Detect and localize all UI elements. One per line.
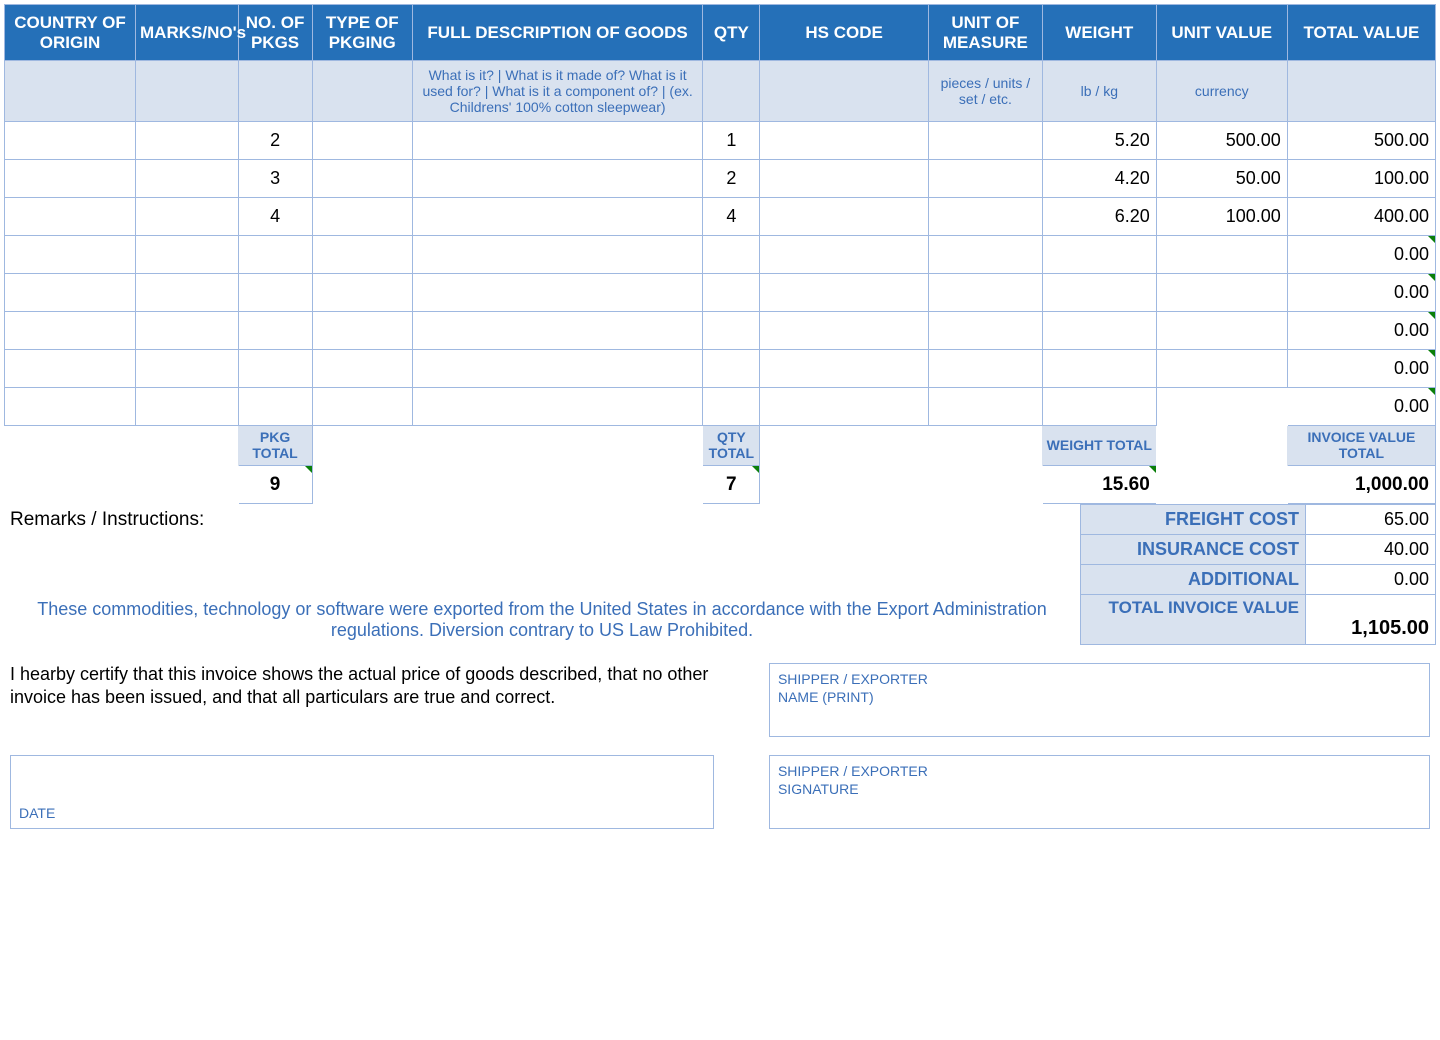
name-print-label: NAME (PRINT) (778, 688, 1421, 706)
hdr-hs: HS CODE (760, 5, 929, 61)
hdr-tv: TOTAL VALUE (1287, 5, 1435, 61)
pkg-total-label: PKG TOTAL (238, 426, 312, 466)
freight-cost-label: FREIGHT COST (1081, 505, 1306, 535)
hdr-desc: FULL DESCRIPTION OF GOODS (412, 5, 703, 61)
cell-pkgs[interactable]: 4 (238, 198, 312, 236)
cell-tv[interactable]: 0.00 (1287, 236, 1435, 274)
invoice-total-label: INVOICE VALUE TOTAL (1287, 426, 1435, 466)
cell-qty[interactable]: 4 (703, 198, 760, 236)
cell-uv[interactable]: 100.00 (1156, 198, 1287, 236)
shipper-label: SHIPPER / EXPORTER (778, 670, 1421, 688)
cell-tv[interactable]: 0.00 (1287, 274, 1435, 312)
cell-uv[interactable]: 500.00 (1156, 122, 1287, 160)
table-row: 0.00 (5, 274, 1436, 312)
cell-tv[interactable]: 100.00 (1287, 160, 1435, 198)
hdr-country: COUNTRY OF ORIGIN (5, 5, 136, 61)
hint-uv: currency (1156, 61, 1287, 122)
table-row: 0.00 (5, 312, 1436, 350)
hint-desc: What is it? | What is it made of? What i… (412, 61, 703, 122)
certification-text: I hearby certify that this invoice shows… (4, 659, 720, 741)
insurance-cost[interactable]: 40.00 (1306, 535, 1436, 565)
hdr-marks: MARKS/NO's (136, 5, 239, 61)
qty-total: 7 (703, 466, 760, 504)
cell-tv[interactable]: 0.00 (1287, 350, 1435, 388)
total-invoice-value: 1,105.00 (1306, 595, 1436, 645)
qty-total-label: QTY TOTAL (703, 426, 760, 466)
cell-qty[interactable]: 2 (703, 160, 760, 198)
remarks-costs-section: Remarks / Instructions: FREIGHT COST 65.… (4, 504, 1436, 645)
additional-cost-label: ADDITIONAL (1081, 565, 1306, 595)
weight-total: 15.60 (1042, 466, 1156, 504)
insurance-cost-label: INSURANCE COST (1081, 535, 1306, 565)
cell-tv[interactable]: 0.00 (1287, 312, 1435, 350)
shipper-name-box[interactable]: SHIPPER / EXPORTER NAME (PRINT) (769, 663, 1430, 737)
remarks-label: Remarks / Instructions: (4, 505, 1081, 535)
cell-weight[interactable]: 4.20 (1042, 160, 1156, 198)
cell-pkgs[interactable]: 2 (238, 122, 312, 160)
cell-pkgs[interactable]: 3 (238, 160, 312, 198)
cell-weight[interactable]: 6.20 (1042, 198, 1156, 236)
table-row: 4 4 6.20 100.00 400.00 (5, 198, 1436, 236)
hint-uom: pieces / units / set / etc. (928, 61, 1042, 122)
cell-tv[interactable]: 400.00 (1287, 198, 1435, 236)
cell-weight[interactable]: 5.20 (1042, 122, 1156, 160)
hdr-pkgs: NO. OF PKGS (238, 5, 312, 61)
hdr-weight: WEIGHT (1042, 5, 1156, 61)
table-row: 0.00 (5, 350, 1436, 388)
table-row: 0.00 (5, 236, 1436, 274)
date-box[interactable]: DATE (10, 755, 714, 829)
hdr-pkgtype: TYPE OF PKGING (312, 5, 412, 61)
additional-cost[interactable]: 0.00 (1306, 565, 1436, 595)
cell-uv[interactable]: 50.00 (1156, 160, 1287, 198)
hint-weight: lb / kg (1042, 61, 1156, 122)
freight-cost[interactable]: 65.00 (1306, 505, 1436, 535)
cell-tv[interactable]: 500.00 (1287, 122, 1435, 160)
pkg-total: 9 (238, 466, 312, 504)
hints-row: What is it? | What is it made of? What i… (5, 61, 1436, 122)
header-row: COUNTRY OF ORIGIN MARKS/NO's NO. OF PKGS… (5, 5, 1436, 61)
cell-qty[interactable]: 1 (703, 122, 760, 160)
invoice-value-total: 1,000.00 (1287, 466, 1435, 504)
table-row: 2 1 5.20 500.00 500.00 (5, 122, 1436, 160)
table-row: 0.00 (5, 388, 1436, 426)
line-items-table: COUNTRY OF ORIGIN MARKS/NO's NO. OF PKGS… (4, 4, 1436, 504)
export-compliance-note: These commodities, technology or softwar… (4, 595, 1081, 645)
shipper-sig-label: SHIPPER / EXPORTER (778, 762, 1421, 780)
shipper-signature-box[interactable]: SHIPPER / EXPORTER SIGNATURE (769, 755, 1430, 829)
table-row: 3 2 4.20 50.00 100.00 (5, 160, 1436, 198)
total-invoice-label: TOTAL INVOICE VALUE (1081, 595, 1306, 645)
cell-tv[interactable]: 0.00 (1287, 388, 1435, 426)
hdr-uom: UNIT OF MEASURE (928, 5, 1042, 61)
signature-label: SIGNATURE (778, 780, 1421, 798)
date-label: DATE (19, 804, 55, 822)
weight-total-label: WEIGHT TOTAL (1042, 426, 1156, 466)
hdr-uv: UNIT VALUE (1156, 5, 1287, 61)
hdr-qty: QTY (703, 5, 760, 61)
certification-section: I hearby certify that this invoice shows… (4, 659, 1436, 833)
